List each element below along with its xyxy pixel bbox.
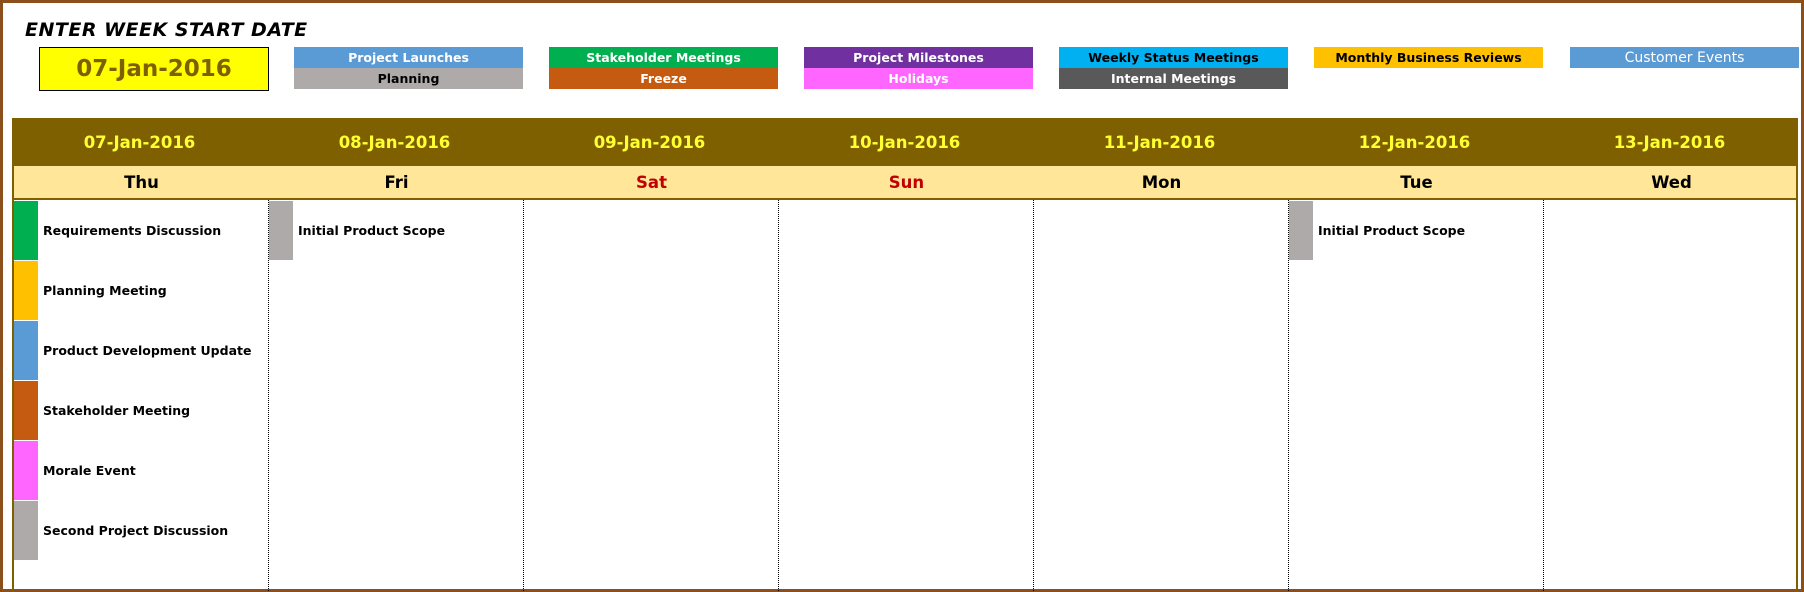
event-color-swatch xyxy=(269,200,293,260)
event-label: Second Project Discussion xyxy=(43,522,229,538)
legend-item: Planning xyxy=(294,68,523,89)
weekday-cell: Sat xyxy=(636,172,667,192)
date-cell: 09-Jan-2016 xyxy=(593,132,706,152)
legend-group: Stakeholder Meetings Freeze xyxy=(549,47,778,89)
weekday-cell: Thu xyxy=(124,172,159,192)
day-column xyxy=(524,200,779,592)
event-color-swatch xyxy=(14,380,38,440)
date-cell: 10-Jan-2016 xyxy=(848,132,961,152)
event-color-swatch xyxy=(1289,200,1313,260)
legend-group: Customer Events xyxy=(1570,47,1799,68)
calendar-event[interactable]: Initial Product Scope xyxy=(1289,200,1543,260)
event-label: Product Development Update xyxy=(43,342,252,358)
calendar-event[interactable]: Stakeholder Meeting xyxy=(14,380,268,440)
legend-item: Monthly Business Reviews xyxy=(1314,47,1543,68)
event-label: Requirements Discussion xyxy=(43,222,222,238)
legend-group: Project Milestones Holidays xyxy=(804,47,1033,89)
week-start-date-input[interactable]: 07-Jan-2016 xyxy=(39,47,269,91)
weekday-header-row: Thu Fri Sat Sun Mon Tue Wed xyxy=(12,166,1798,200)
calendar-event[interactable]: Requirements Discussion xyxy=(14,200,268,260)
event-color-swatch xyxy=(14,260,38,320)
week-calendar: 07-Jan-2016 08-Jan-2016 09-Jan-2016 10-Jan-… xyxy=(12,118,1798,592)
legend-group: Project Launches Planning xyxy=(294,47,523,89)
calendar-event[interactable]: Product Development Update xyxy=(14,320,268,380)
calendar-body: Requirements Discussion Planning Meeting P… xyxy=(12,200,1798,592)
weekday-cell: Fri xyxy=(384,172,409,192)
day-column: Initial Product Scope xyxy=(1289,200,1544,592)
event-color-swatch xyxy=(14,440,38,500)
page-title: ENTER WEEK START DATE xyxy=(25,19,308,41)
date-cell: 13-Jan-2016 xyxy=(1613,132,1726,152)
calendar-event[interactable]: Second Project Discussion xyxy=(14,500,268,560)
legend-item: Freeze xyxy=(549,68,778,89)
day-column xyxy=(1544,200,1799,592)
legend-group: Weekly Status Meetings Internal Meetings xyxy=(1059,47,1288,89)
day-column xyxy=(1034,200,1289,592)
day-column: Requirements Discussion Planning Meeting P… xyxy=(14,200,269,592)
event-label: Morale Event xyxy=(43,462,136,478)
day-column: Initial Product Scope xyxy=(269,200,524,592)
calendar-sheet: ENTER WEEK START DATE 07-Jan-2016 Projec… xyxy=(0,0,1804,592)
legend-item: Project Milestones xyxy=(804,47,1033,68)
calendar-event[interactable]: Initial Product Scope xyxy=(269,200,523,260)
event-color-swatch xyxy=(14,200,38,260)
legend-group: Monthly Business Reviews xyxy=(1314,47,1543,68)
calendar-event[interactable]: Morale Event xyxy=(14,440,268,500)
legend-item: Holidays xyxy=(804,68,1033,89)
date-cell: 11-Jan-2016 xyxy=(1103,132,1216,152)
weekday-cell: Mon xyxy=(1141,172,1182,192)
legend-item: Internal Meetings xyxy=(1059,68,1288,89)
event-label: Planning Meeting xyxy=(43,282,167,298)
event-color-swatch xyxy=(14,500,38,560)
legend-item: Project Launches xyxy=(294,47,523,68)
date-header-row: 07-Jan-2016 08-Jan-2016 09-Jan-2016 10-Jan-… xyxy=(12,118,1798,166)
weekday-cell: Wed xyxy=(1651,172,1692,192)
event-label: Stakeholder Meeting xyxy=(43,402,191,418)
legend-item: Weekly Status Meetings xyxy=(1059,47,1288,68)
calendar-event[interactable]: Planning Meeting xyxy=(14,260,268,320)
legend-item: Customer Events xyxy=(1570,47,1799,68)
date-cell: 08-Jan-2016 xyxy=(338,132,451,152)
event-label: Initial Product Scope xyxy=(298,222,446,238)
event-color-swatch xyxy=(14,320,38,380)
day-column xyxy=(779,200,1034,592)
weekday-cell: Sun xyxy=(888,172,925,192)
weekday-cell: Tue xyxy=(1400,172,1433,192)
event-label: Initial Product Scope xyxy=(1318,222,1466,238)
date-cell: 12-Jan-2016 xyxy=(1358,132,1471,152)
date-cell: 07-Jan-2016 xyxy=(83,132,196,152)
legend-item: Stakeholder Meetings xyxy=(549,47,778,68)
